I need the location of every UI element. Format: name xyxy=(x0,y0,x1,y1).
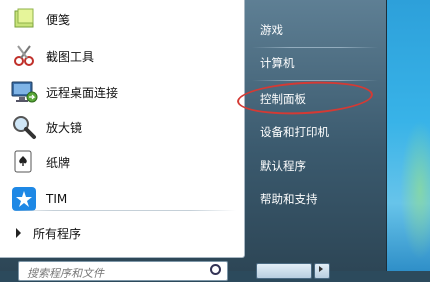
right-item-label: 设备和打印机 xyxy=(260,125,329,139)
right-item-label: 帮助和支持 xyxy=(260,192,318,206)
remote-desktop-icon xyxy=(10,78,38,106)
program-label: 截图工具 xyxy=(46,49,95,64)
wallpaper-glow xyxy=(400,120,430,260)
right-item-devices-printers[interactable]: 设备和打印机 xyxy=(252,119,380,145)
program-label: 纸牌 xyxy=(46,155,71,170)
magnifier-icon xyxy=(10,113,38,141)
arrow-right-icon xyxy=(16,228,21,238)
program-label: 便笺 xyxy=(46,12,71,27)
programs-divider xyxy=(8,210,236,211)
right-item-label: 游戏 xyxy=(260,23,283,37)
desktop-wallpaper xyxy=(386,0,430,271)
sticky-notes-icon xyxy=(10,5,38,33)
start-menu: 便笺 截图工具 远程桌面连接 放大镜 纸牌 TIM 所有程序 搜索程序和文件 游… xyxy=(0,0,387,282)
right-item-label: 默认程序 xyxy=(260,159,306,173)
right-item-computer[interactable]: 计算机 xyxy=(252,50,380,76)
right-item-games[interactable]: 游戏 xyxy=(252,17,380,43)
program-item-magnifier[interactable]: 放大镜 xyxy=(0,110,244,144)
shutdown-options-button[interactable] xyxy=(314,263,330,279)
search-input[interactable] xyxy=(27,265,207,282)
right-item-help-support[interactable]: 帮助和支持 xyxy=(252,186,380,212)
all-programs-label: 所有程序 xyxy=(33,226,82,241)
program-item-solitaire[interactable]: 纸牌 xyxy=(0,145,244,179)
program-label: 远程桌面连接 xyxy=(46,85,119,100)
solitaire-icon xyxy=(10,148,38,176)
program-item-sticky-notes[interactable]: 便笺 xyxy=(0,2,244,36)
shutdown-button[interactable] xyxy=(256,263,312,279)
search-box[interactable] xyxy=(18,261,228,282)
program-label: TIM xyxy=(46,192,68,206)
right-item-label: 计算机 xyxy=(260,56,295,70)
search-icon[interactable] xyxy=(210,264,221,275)
program-item-snipping-tool[interactable]: 截图工具 xyxy=(0,39,244,73)
all-programs-button[interactable]: 所有程序 xyxy=(0,222,244,244)
programs-panel: 便笺 截图工具 远程桌面连接 放大镜 纸牌 TIM 所有程序 xyxy=(0,0,245,258)
program-item-remote-desktop[interactable]: 远程桌面连接 xyxy=(0,75,244,109)
tim-icon xyxy=(10,185,38,213)
right-separator xyxy=(252,47,378,48)
program-label: 放大镜 xyxy=(46,120,83,135)
snipping-tool-icon xyxy=(10,42,38,70)
right-item-default-programs[interactable]: 默认程序 xyxy=(252,153,380,179)
